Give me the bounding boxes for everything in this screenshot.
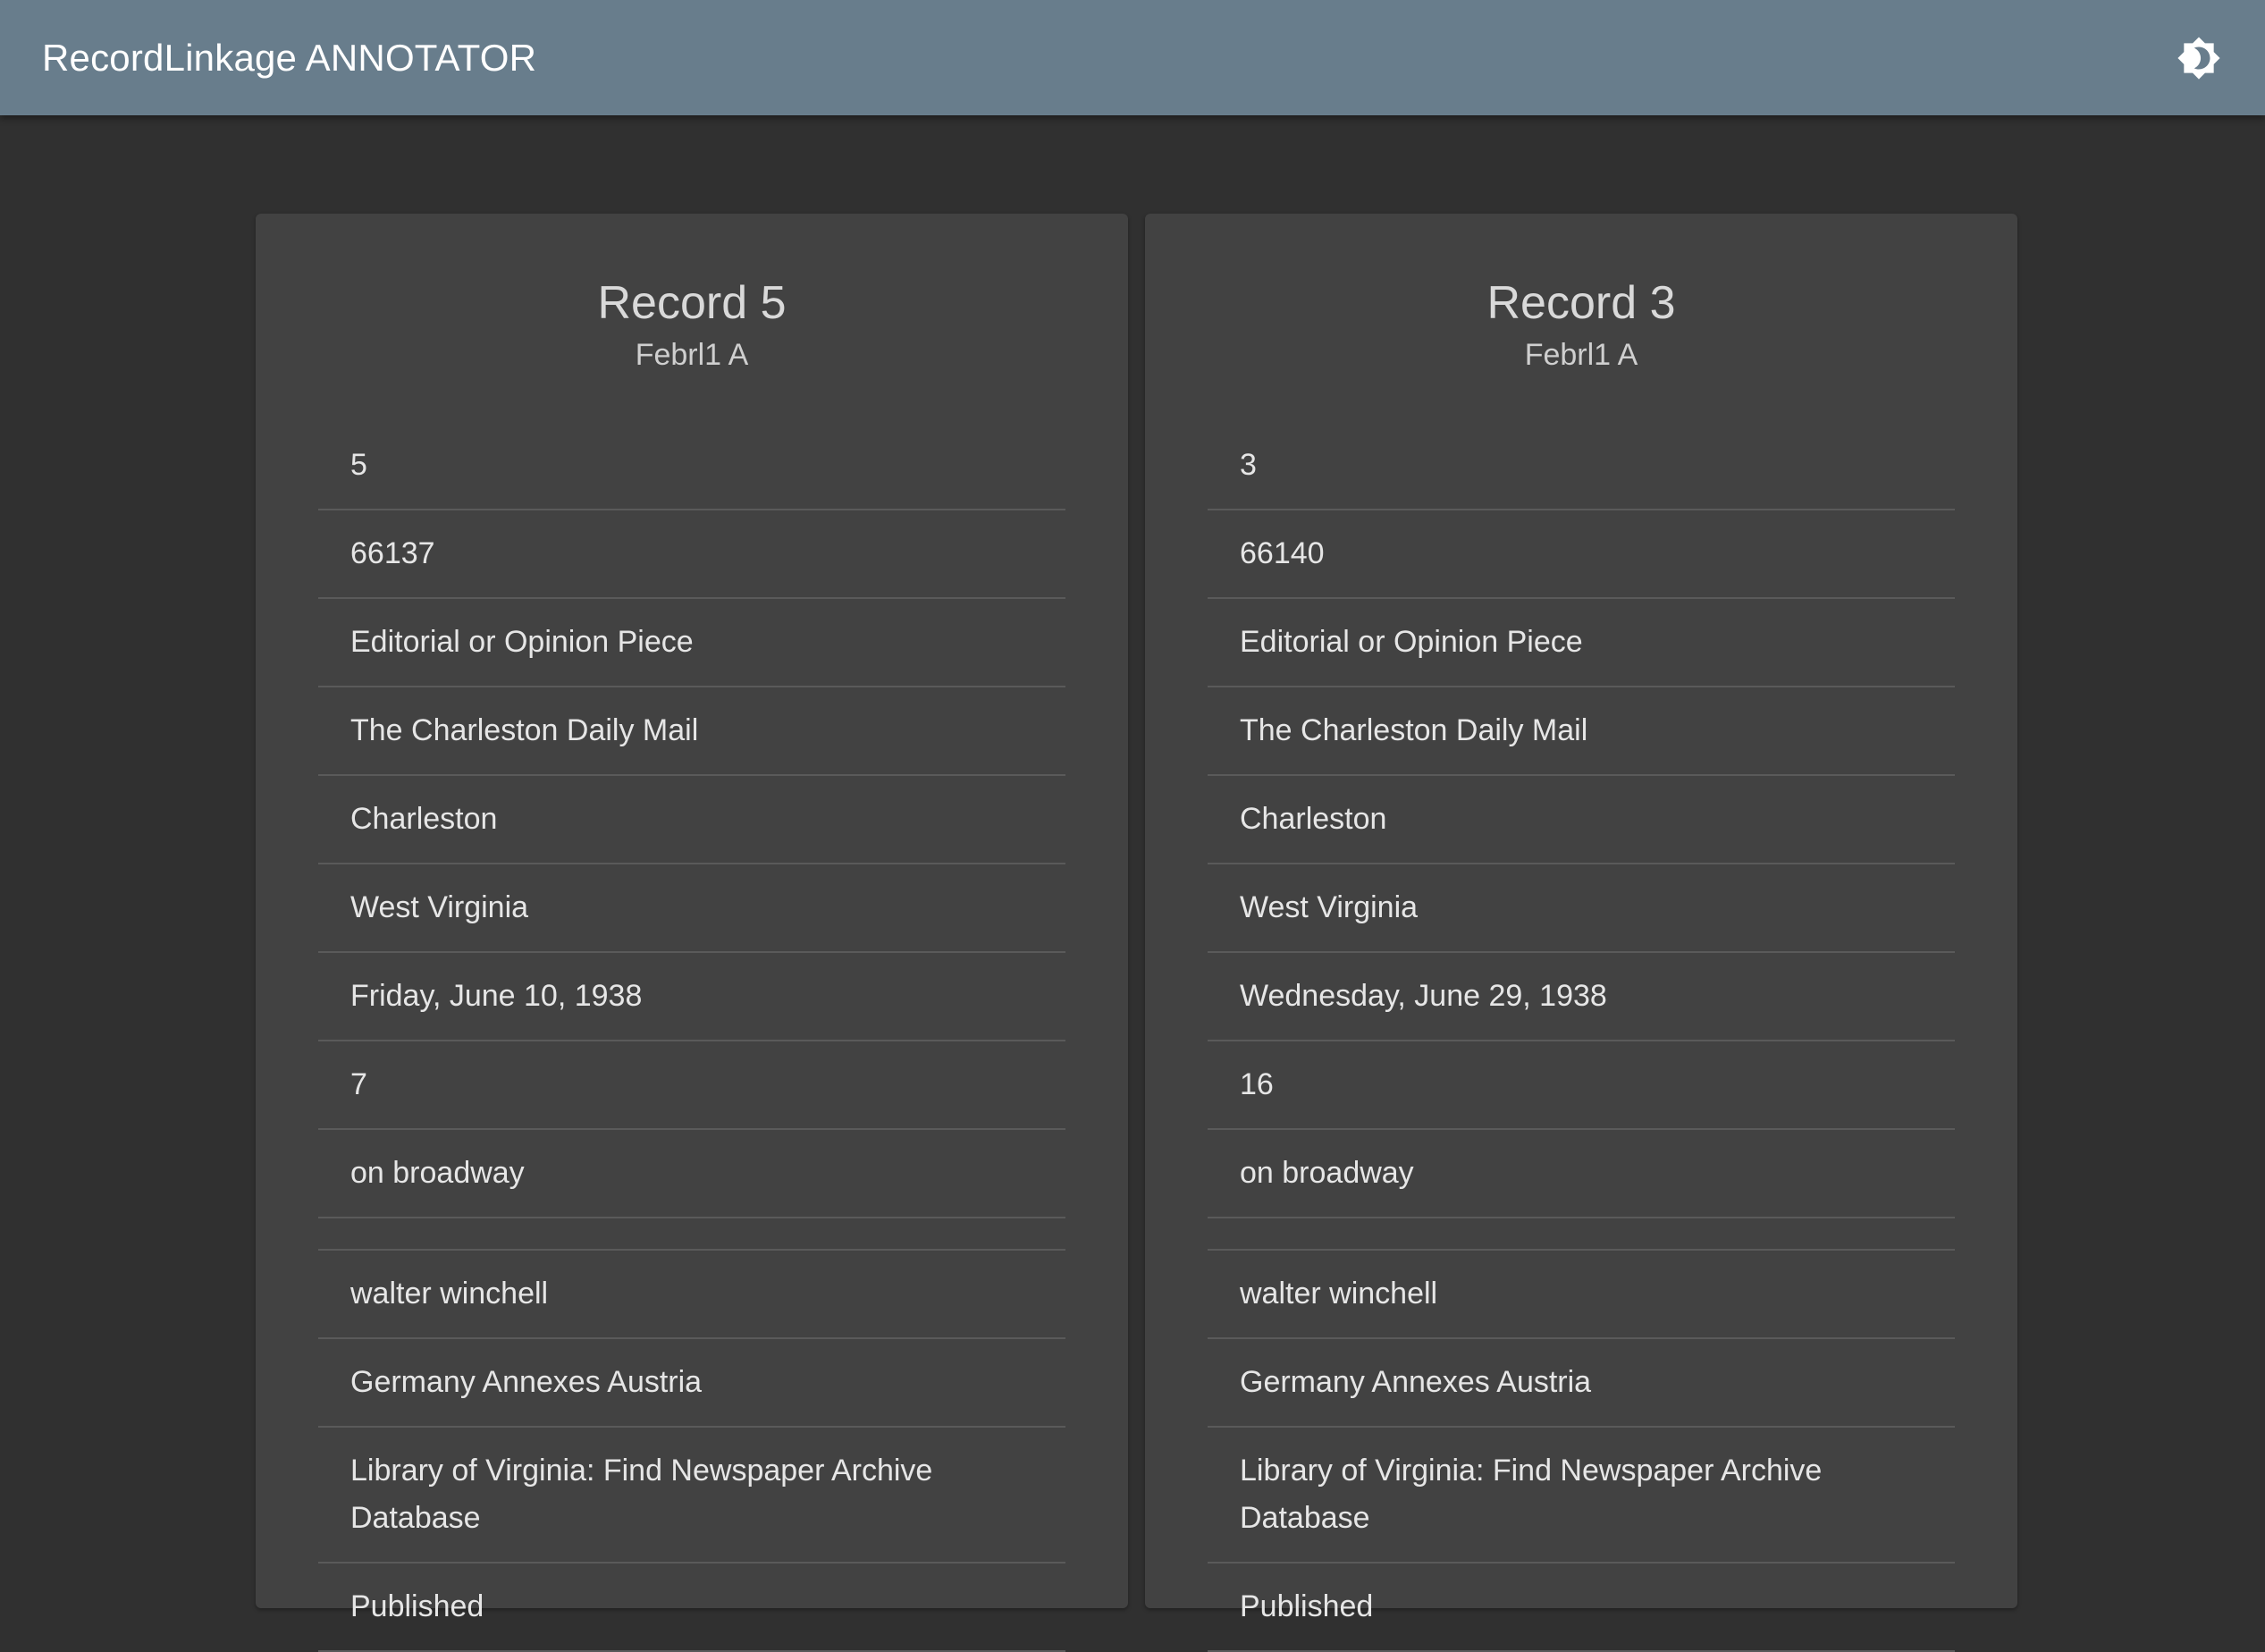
record-field: Published: [318, 1564, 1065, 1652]
record-source: Febrl1 A: [635, 338, 749, 373]
record-field: 66137: [318, 510, 1065, 599]
record-field: Wednesday, June 29, 1938: [1208, 953, 1955, 1041]
record-field: walter winchell: [318, 1251, 1065, 1339]
record-field: The Charleston Daily Mail: [318, 687, 1065, 776]
record-field-empty: [318, 1218, 1065, 1251]
app-title: RecordLinkage ANNOTATOR: [42, 36, 537, 79]
record-field: The Charleston Daily Mail: [1208, 687, 1955, 776]
record-field: West Virginia: [1208, 864, 1955, 953]
theme-toggle-button[interactable]: [2172, 31, 2226, 85]
app-bar: RecordLinkage ANNOTATOR: [0, 0, 2265, 115]
record-source: Febrl1 A: [1524, 338, 1638, 373]
record-field-list: 5 66137 Editorial or Opinion Piece The C…: [318, 422, 1065, 1652]
record-field: Charleston: [318, 776, 1065, 864]
record-card-right: Record 3 Febrl1 A 3 66140 Editorial or O…: [1145, 214, 2017, 1652]
record-field: Published: [1208, 1564, 1955, 1652]
record-field: 16: [1208, 1041, 1955, 1130]
record-field: West Virginia: [318, 864, 1065, 953]
record-title: Record 5: [597, 277, 787, 329]
record-comparison: Record 5 Febrl1 A 5 66137 Editorial or O…: [256, 214, 2017, 1652]
record-field-empty: [1208, 1218, 1955, 1251]
record-field: on broadway: [318, 1130, 1065, 1218]
record-card-header: Record 3 Febrl1 A: [1208, 214, 1955, 422]
record-field: Charleston: [1208, 776, 1955, 864]
record-field: Friday, June 10, 1938: [318, 953, 1065, 1041]
record-field: Editorial or Opinion Piece: [318, 599, 1065, 687]
record-field: 66140: [1208, 510, 1955, 599]
record-field: 5: [318, 422, 1065, 510]
record-field: Germany Annexes Austria: [1208, 1339, 1955, 1428]
record-title: Record 3: [1486, 277, 1676, 329]
record-field-list: 3 66140 Editorial or Opinion Piece The C…: [1208, 422, 1955, 1652]
record-field: Germany Annexes Austria: [318, 1339, 1065, 1428]
record-field: Library of Virginia: Find Newspaper Arch…: [318, 1428, 1065, 1564]
record-card-header: Record 5 Febrl1 A: [318, 214, 1065, 422]
record-field: Editorial or Opinion Piece: [1208, 599, 1955, 687]
record-card-left: Record 5 Febrl1 A 5 66137 Editorial or O…: [256, 214, 1128, 1652]
record-field: 3: [1208, 422, 1955, 510]
brightness-icon: [2177, 36, 2220, 80]
record-field: 7: [318, 1041, 1065, 1130]
record-field: walter winchell: [1208, 1251, 1955, 1339]
record-field: Library of Virginia: Find Newspaper Arch…: [1208, 1428, 1955, 1564]
record-field: on broadway: [1208, 1130, 1955, 1218]
